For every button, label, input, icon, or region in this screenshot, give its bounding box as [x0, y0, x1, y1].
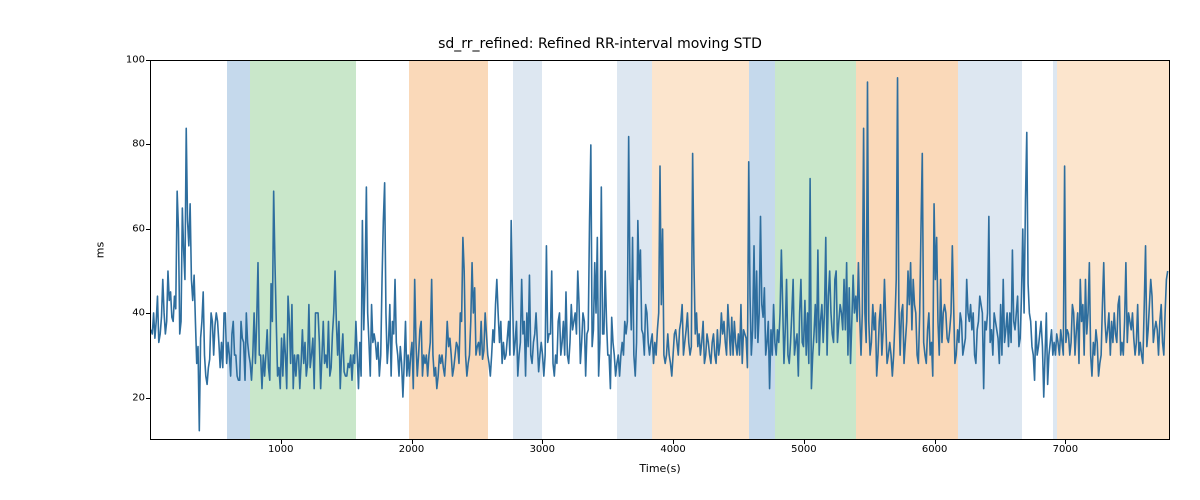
y-axis-label: ms: [94, 242, 107, 258]
y-tick-label: 80: [132, 139, 145, 150]
y-tick: [146, 144, 150, 145]
y-tick-label: 100: [126, 55, 145, 66]
figure: sd_rr_refined: Refined RR-interval movin…: [0, 0, 1200, 500]
y-tick-label: 20: [132, 392, 145, 403]
y-tick: [146, 60, 150, 61]
y-tick: [146, 313, 150, 314]
y-tick: [146, 398, 150, 399]
x-axis-label: Time(s): [639, 462, 680, 475]
y-tick-label: 40: [132, 308, 145, 319]
chart-title: sd_rr_refined: Refined RR-interval movin…: [0, 36, 1200, 52]
x-tick-label: 2000: [399, 444, 424, 455]
line-series: [151, 61, 1169, 439]
x-tick-label: 5000: [791, 444, 816, 455]
x-tick-label: 4000: [660, 444, 685, 455]
x-tick-label: 6000: [922, 444, 947, 455]
plot-area: [150, 60, 1170, 440]
y-tick: [146, 229, 150, 230]
y-tick-label: 60: [132, 223, 145, 234]
x-tick-label: 1000: [268, 444, 293, 455]
x-tick-label: 3000: [530, 444, 555, 455]
x-tick-label: 7000: [1053, 444, 1078, 455]
